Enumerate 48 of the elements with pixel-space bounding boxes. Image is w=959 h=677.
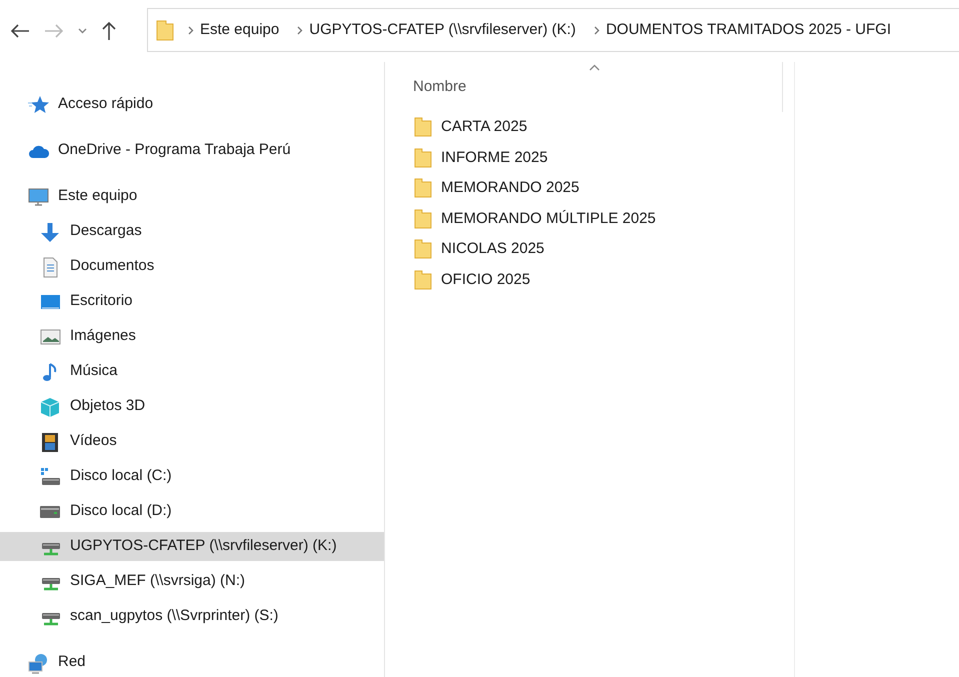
sidebar-item[interactable]: UGPYTOS-CFATEP (\\srvfileserver) (K:) bbox=[0, 532, 384, 561]
folder-row[interactable]: INFORME 2025 bbox=[413, 142, 794, 173]
breadcrumb-segment[interactable]: Este equipo bbox=[194, 18, 286, 42]
up-arrow-icon[interactable] bbox=[101, 21, 117, 41]
folder-icon bbox=[413, 270, 433, 290]
star-icon bbox=[27, 94, 49, 116]
folder-row[interactable]: MEMORANDO MÚLTIPLE 2025 bbox=[413, 204, 794, 234]
chevron-right-icon bbox=[297, 26, 304, 34]
sidebar-item[interactable]: Disco local (C:) bbox=[0, 462, 384, 491]
folder-row[interactable]: MEMORANDO 2025 bbox=[413, 173, 794, 204]
sidebar-item[interactable]: scan_ugpytos (\\Svrprinter) (S:) bbox=[0, 602, 384, 631]
sidebar-item[interactable]: Disco local (D:) bbox=[0, 497, 384, 526]
chevron-right-icon bbox=[594, 26, 600, 34]
sidebar-item[interactable]: Acceso rápido bbox=[0, 90, 384, 119]
folder-row[interactable]: NICOLAS 2025 bbox=[413, 234, 794, 264]
down-arrow-icon bbox=[39, 220, 61, 242]
sort-caret-icon bbox=[589, 64, 600, 71]
sidebar-item[interactable]: Red bbox=[0, 648, 384, 677]
breadcrumb-segment[interactable]: DOUMENTOS TRAMITADOS 2025 - UFGI bbox=[600, 18, 897, 42]
sidebar-item[interactable]: Música bbox=[0, 357, 384, 386]
sidebar-item[interactable]: Este equipo bbox=[0, 182, 384, 211]
address-bar[interactable]: Este equipo UGPYTOS-CFATEP (\\srvfileserver) (K:) DOUMENTOS TRAMITADOS 2025 - UFGI bbox=[147, 8, 959, 52]
breadcrumb-segment[interactable]: UGPYTOS-CFATEP (\\srvfileserver) (K:) bbox=[303, 18, 582, 42]
drive-icon bbox=[39, 466, 61, 488]
sidebar-item[interactable]: Objetos 3D bbox=[0, 392, 384, 421]
cube-icon bbox=[39, 396, 61, 418]
folder-row[interactable]: OFICIO 2025 bbox=[413, 264, 794, 295]
folder-icon bbox=[413, 178, 433, 198]
folder-icon bbox=[413, 239, 433, 260]
network-icon bbox=[27, 652, 49, 674]
folder-icon bbox=[413, 208, 433, 229]
sidebar-item[interactable]: Imágenes bbox=[0, 322, 384, 351]
folder-icon bbox=[154, 19, 176, 41]
sidebar-item[interactable]: Descargas bbox=[0, 217, 384, 246]
folder-icon bbox=[413, 148, 433, 168]
film-icon bbox=[39, 430, 61, 452]
folder-icon bbox=[413, 117, 433, 138]
sidebar-item[interactable]: SIGA_MEF (\\svrsiga) (N:) bbox=[0, 567, 384, 596]
folder-row[interactable]: CARTA 2025 bbox=[413, 112, 794, 142]
sidebar-item[interactable]: Escritorio bbox=[0, 287, 384, 316]
column-header[interactable]: Nombre bbox=[413, 76, 466, 98]
sidebar-item[interactable]: OneDrive - Programa Trabaja Perú bbox=[0, 136, 384, 165]
chevron-down-icon[interactable] bbox=[78, 28, 87, 34]
sidebar-item[interactable]: Documentos bbox=[0, 252, 384, 281]
monitor-icon bbox=[27, 186, 49, 208]
sidebar-item[interactable]: Vídeos bbox=[0, 427, 384, 456]
back-arrow-icon[interactable] bbox=[10, 23, 30, 39]
chevron-right-icon bbox=[188, 26, 194, 34]
